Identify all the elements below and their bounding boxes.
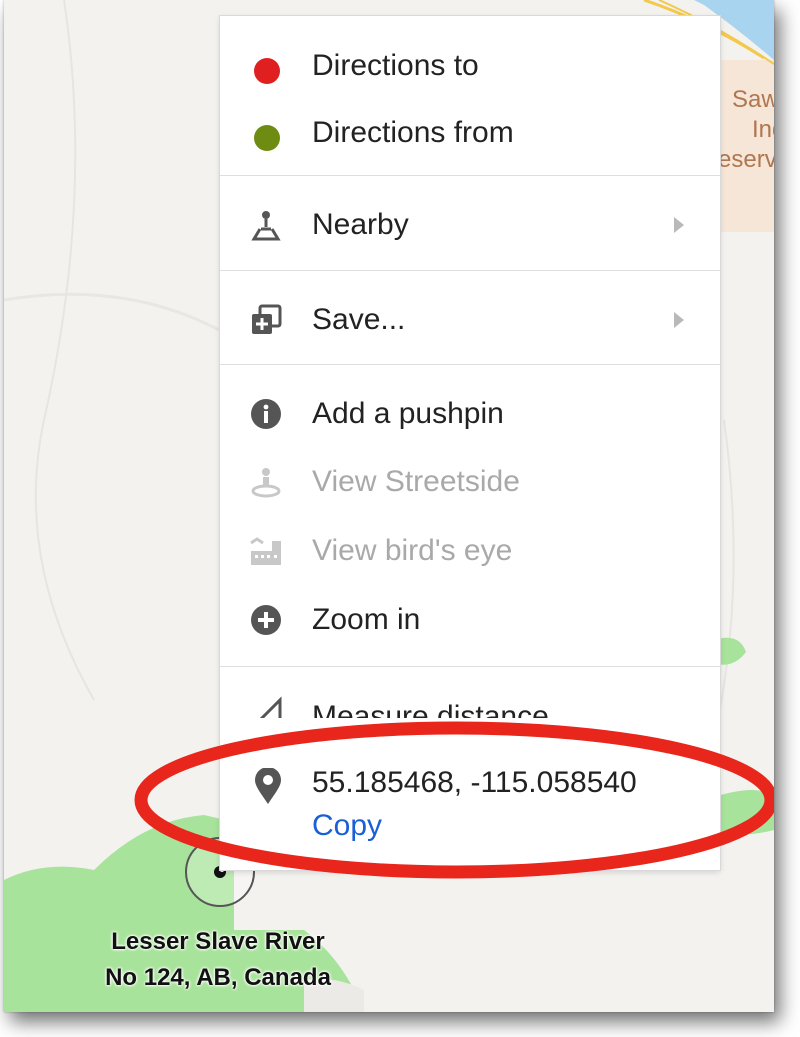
- place-label-line: Saw: [732, 86, 774, 113]
- info-icon: [251, 399, 281, 429]
- menu-item-label: Save...: [312, 303, 406, 336]
- screenshot-frame: Saw Ind eserv Lesser Slave River No 124,…: [4, 0, 774, 1012]
- menu-item-label: Nearby: [312, 208, 409, 241]
- menu-item-label: View Streetside: [312, 465, 520, 498]
- place-label-line: eserv: [718, 146, 774, 173]
- menu-divider: [220, 666, 720, 667]
- submenu-arrow-icon: [674, 312, 684, 328]
- submenu-arrow-icon: [674, 217, 684, 233]
- location-pin-icon: [255, 768, 281, 804]
- place-label-line: Ind: [752, 116, 774, 143]
- region-label-line2: No 124, AB, Canada: [105, 964, 331, 991]
- red-dot-icon: [254, 58, 280, 84]
- streetside-icon: [251, 468, 281, 498]
- menu-divider: [220, 175, 720, 176]
- menu-item-save[interactable]: Save...: [220, 292, 720, 348]
- birds-eye-icon: [250, 537, 281, 565]
- menu-item-label: View bird's eye: [312, 534, 513, 567]
- ruler-icon: [259, 696, 282, 718]
- menu-item-directions-to[interactable]: Directions to: [220, 38, 720, 94]
- menu-item-zoom-in[interactable]: Zoom in: [220, 592, 720, 648]
- map-context-menu: Directions to Directions from Nearby Sav…: [220, 16, 720, 870]
- save-collection-icon: [252, 304, 282, 334]
- menu-divider: [220, 364, 720, 365]
- menu-item-directions-from[interactable]: Directions from: [220, 105, 720, 161]
- region-label-line1: Lesser Slave River: [111, 928, 325, 955]
- copy-coordinates-link[interactable]: Copy: [312, 808, 382, 844]
- menu-item-nearby[interactable]: Nearby: [220, 197, 720, 253]
- menu-item-label: Directions from: [312, 116, 514, 149]
- menu-item-label: Add a pushpin: [312, 397, 504, 430]
- menu-item-add-pushpin[interactable]: Add a pushpin: [220, 386, 720, 442]
- green-dot-icon: [254, 125, 280, 151]
- nearby-icon: [251, 211, 281, 241]
- menu-item-view-streetside: View Streetside: [220, 454, 720, 510]
- menu-item-measure-distance[interactable]: Measure distance: [220, 688, 720, 718]
- region-label: Lesser Slave River No 124, AB, Canada: [48, 924, 388, 996]
- menu-item-label: Zoom in: [312, 603, 421, 636]
- menu-item-label: Directions to: [312, 49, 479, 82]
- menu-item-view-birds-eye: View bird's eye: [220, 523, 720, 579]
- menu-item-label: Measure distance: [312, 700, 549, 718]
- coordinates-text: 55.185468, -115.058540: [312, 766, 637, 799]
- zoom-in-icon: [251, 605, 281, 635]
- menu-divider: [220, 270, 720, 271]
